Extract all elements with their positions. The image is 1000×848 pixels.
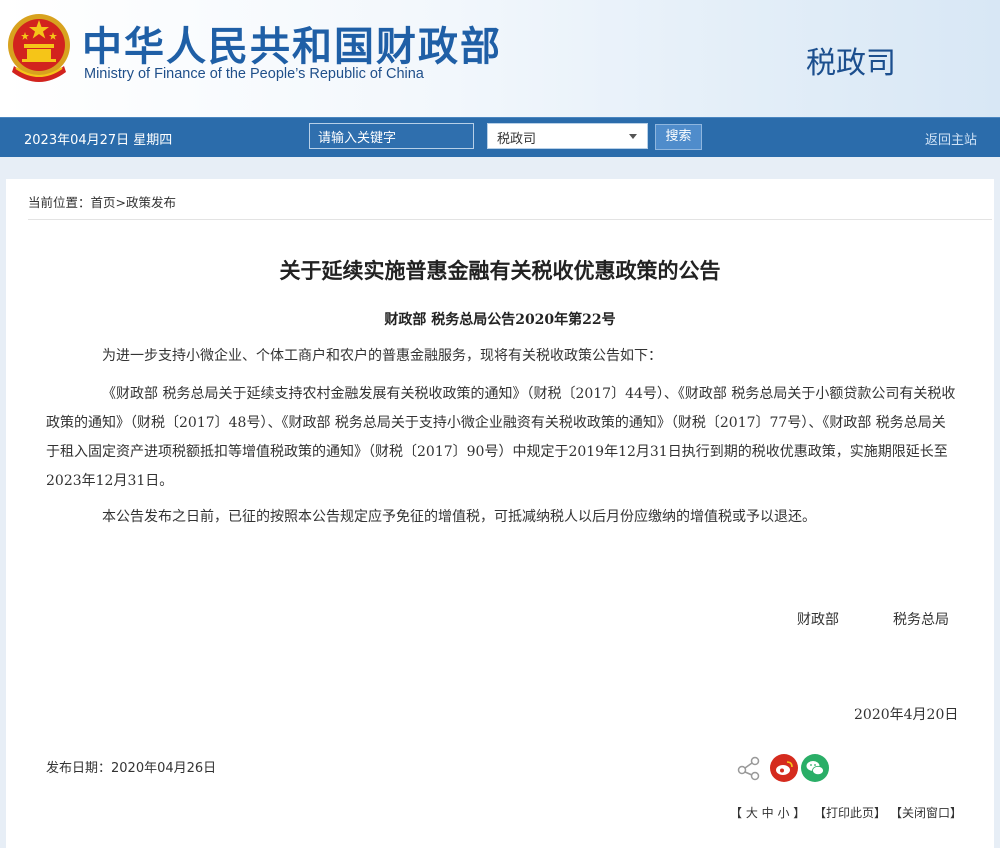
publish-date: 发布日期：2020年04月26日 bbox=[46, 761, 217, 776]
document-number: 财政部 税务总局公告2020年第22号 bbox=[384, 312, 616, 328]
close-window-link[interactable]: 【关闭窗口】 bbox=[890, 804, 962, 821]
signature-date: 2020年4月20日 bbox=[854, 707, 959, 723]
scope-select-value: 税政司 bbox=[497, 132, 537, 147]
current-date: 2023年04月27日 星期四 bbox=[24, 133, 173, 148]
article-panel: 当前位置：首页>政策发布 关于延续实施普惠金融有关税收优惠政策的公告 财政部 税… bbox=[6, 179, 994, 848]
article-paragraph: 为进一步支持小微企业、个体工商户和农户的普惠金融服务，现将有关税收政策公告如下： bbox=[102, 348, 662, 364]
article-paragraph: 《财政部 税务总局关于延续支持农村金融发展有关税收政策的通知》（财税〔2017〕… bbox=[46, 386, 956, 489]
scope-select[interactable]: 税政司 bbox=[487, 123, 648, 149]
divider bbox=[28, 219, 992, 220]
share-icon[interactable] bbox=[735, 754, 763, 782]
weibo-icon[interactable] bbox=[770, 754, 798, 782]
signatory-mof: 财政部 bbox=[797, 612, 839, 628]
print-page-link[interactable]: 【打印此页】 bbox=[814, 804, 886, 821]
site-title-cn: 中华人民共和国财政部 bbox=[82, 24, 502, 70]
article-paragraph: 本公告发布之日前，已征的按照本公告规定应予免征的增值税，可抵减纳税人以后月份应缴… bbox=[102, 509, 816, 525]
department-name: 税政司 bbox=[806, 46, 896, 81]
wechat-icon[interactable] bbox=[801, 754, 829, 782]
search-button[interactable]: 搜索 bbox=[655, 124, 702, 150]
search-input[interactable]: 请输入关键字 bbox=[309, 123, 474, 149]
site-header: 中华人民共和国财政部 Ministry of Finance of the Pe… bbox=[0, 0, 1000, 117]
top-nav-bar: 2023年04月27日 星期四 请输入关键字 税政司 搜索 返回主站 bbox=[0, 117, 1000, 157]
signatory-sat: 税务总局 bbox=[893, 612, 949, 628]
site-title-en: Ministry of Finance of the People’s Repu… bbox=[84, 66, 424, 82]
return-home-link[interactable]: 返回主站 bbox=[925, 129, 977, 148]
breadcrumb[interactable]: 当前位置：首页>政策发布 bbox=[28, 192, 176, 211]
chevron-down-icon bbox=[629, 134, 637, 139]
national-emblem-icon bbox=[8, 14, 70, 82]
article-title: 关于延续实施普惠金融有关税收优惠政策的公告 bbox=[279, 259, 721, 283]
font-size-toggle[interactable]: 【 大 中 小 】 bbox=[730, 804, 805, 821]
